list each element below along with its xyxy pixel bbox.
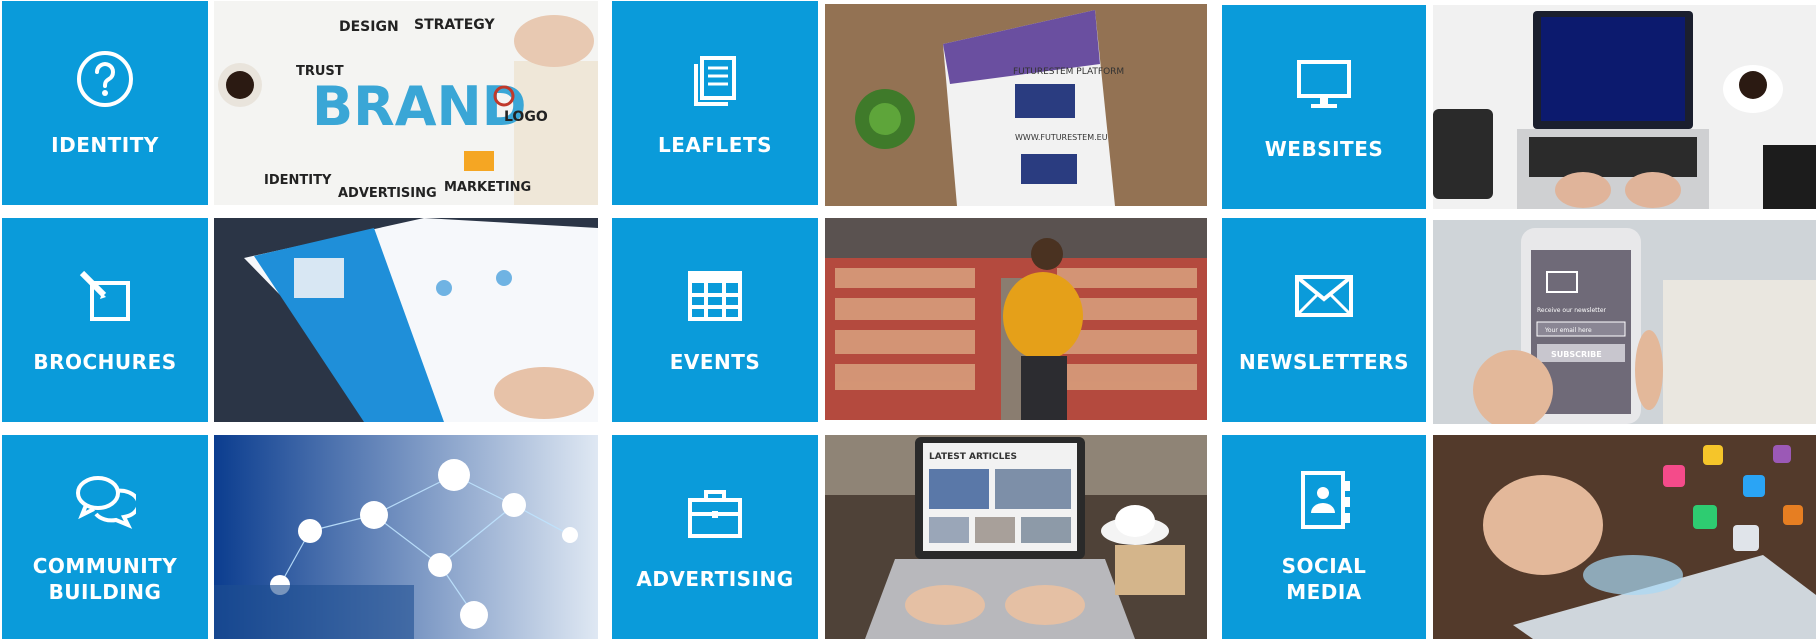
tile-label: ADVERTISING (636, 567, 794, 591)
tile-websites[interactable]: WEBSITES (1222, 5, 1426, 209)
svg-text:WWW.FUTURESTEM.EU: WWW.FUTURESTEM.EU (1015, 133, 1108, 142)
brand-photo: BRAND DESIGN STRATEGY TRUST LOGO IDENTIT… (214, 1, 598, 205)
tile-leaflets[interactable]: LEAFLETS (612, 1, 818, 205)
chat-bubbles-icon (74, 469, 136, 531)
tile-label: SOCIAL MEDIA (1281, 554, 1367, 604)
svg-text:Receive our newsletter: Receive our newsletter (1537, 307, 1607, 314)
svg-text:Your email here: Your email here (1544, 327, 1592, 334)
brochure-photo (214, 218, 598, 422)
envelope-icon (1293, 265, 1355, 327)
tile-events[interactable]: EVENTS (612, 218, 818, 422)
network-photo (214, 435, 598, 639)
svg-text:SUBSCRIBE: SUBSCRIBE (1551, 350, 1602, 359)
svg-text:MARKETING: MARKETING (444, 180, 531, 195)
tile-label: LEAFLETS (658, 133, 772, 157)
social-apps-photo (1433, 435, 1816, 639)
table-grid-icon (684, 265, 746, 327)
leaflet-photo: FUTURESTEM PLATFORM WWW.FUTURESTEM.EU (825, 4, 1207, 206)
svg-text:IDENTITY: IDENTITY (264, 173, 332, 188)
monitor-icon (1293, 52, 1355, 114)
svg-text:ADVERTISING: ADVERTISING (338, 186, 437, 201)
tile-label: NEWSLETTERS (1239, 350, 1409, 374)
tile-label: EVENTS (669, 350, 761, 374)
tile-identity[interactable]: IDENTITY (2, 1, 208, 205)
briefcase-icon (684, 482, 746, 544)
documents-icon (684, 48, 746, 110)
tile-label: COMMUNITY BUILDING (32, 554, 178, 604)
phone-newsletter-photo: Receive our newsletter Your email here S… (1433, 220, 1816, 424)
contact-book-icon (1293, 469, 1355, 531)
tile-label: IDENTITY (51, 133, 159, 157)
laptop-articles-photo: LATEST ARTICLES (825, 435, 1207, 639)
laptop-code-photo (1433, 5, 1816, 209)
tile-label: WEBSITES (1264, 137, 1384, 161)
edit-pencil-icon (74, 265, 136, 327)
tile-advertising[interactable]: ADVERTISING (612, 435, 818, 639)
svg-text:DESIGN: DESIGN (339, 19, 399, 35)
svg-text:LOGO: LOGO (504, 109, 548, 125)
tile-newsletters[interactable]: NEWSLETTERS (1222, 218, 1426, 422)
tile-community-building[interactable]: COMMUNITY BUILDING (2, 435, 208, 639)
tile-label: BROCHURES (33, 350, 177, 374)
svg-text:TRUST: TRUST (296, 64, 344, 79)
svg-text:LATEST ARTICLES: LATEST ARTICLES (929, 452, 1017, 462)
svg-text:FUTURESTEM PLATFORM: FUTURESTEM PLATFORM (1013, 67, 1124, 77)
brand-text: BRAND (312, 75, 527, 138)
svg-text:STRATEGY: STRATEGY (414, 17, 495, 33)
tile-social-media[interactable]: SOCIAL MEDIA (1222, 435, 1426, 639)
lecture-hall-photo (825, 218, 1207, 420)
question-circle-icon (74, 48, 136, 110)
tile-brochures[interactable]: BROCHURES (2, 218, 208, 422)
